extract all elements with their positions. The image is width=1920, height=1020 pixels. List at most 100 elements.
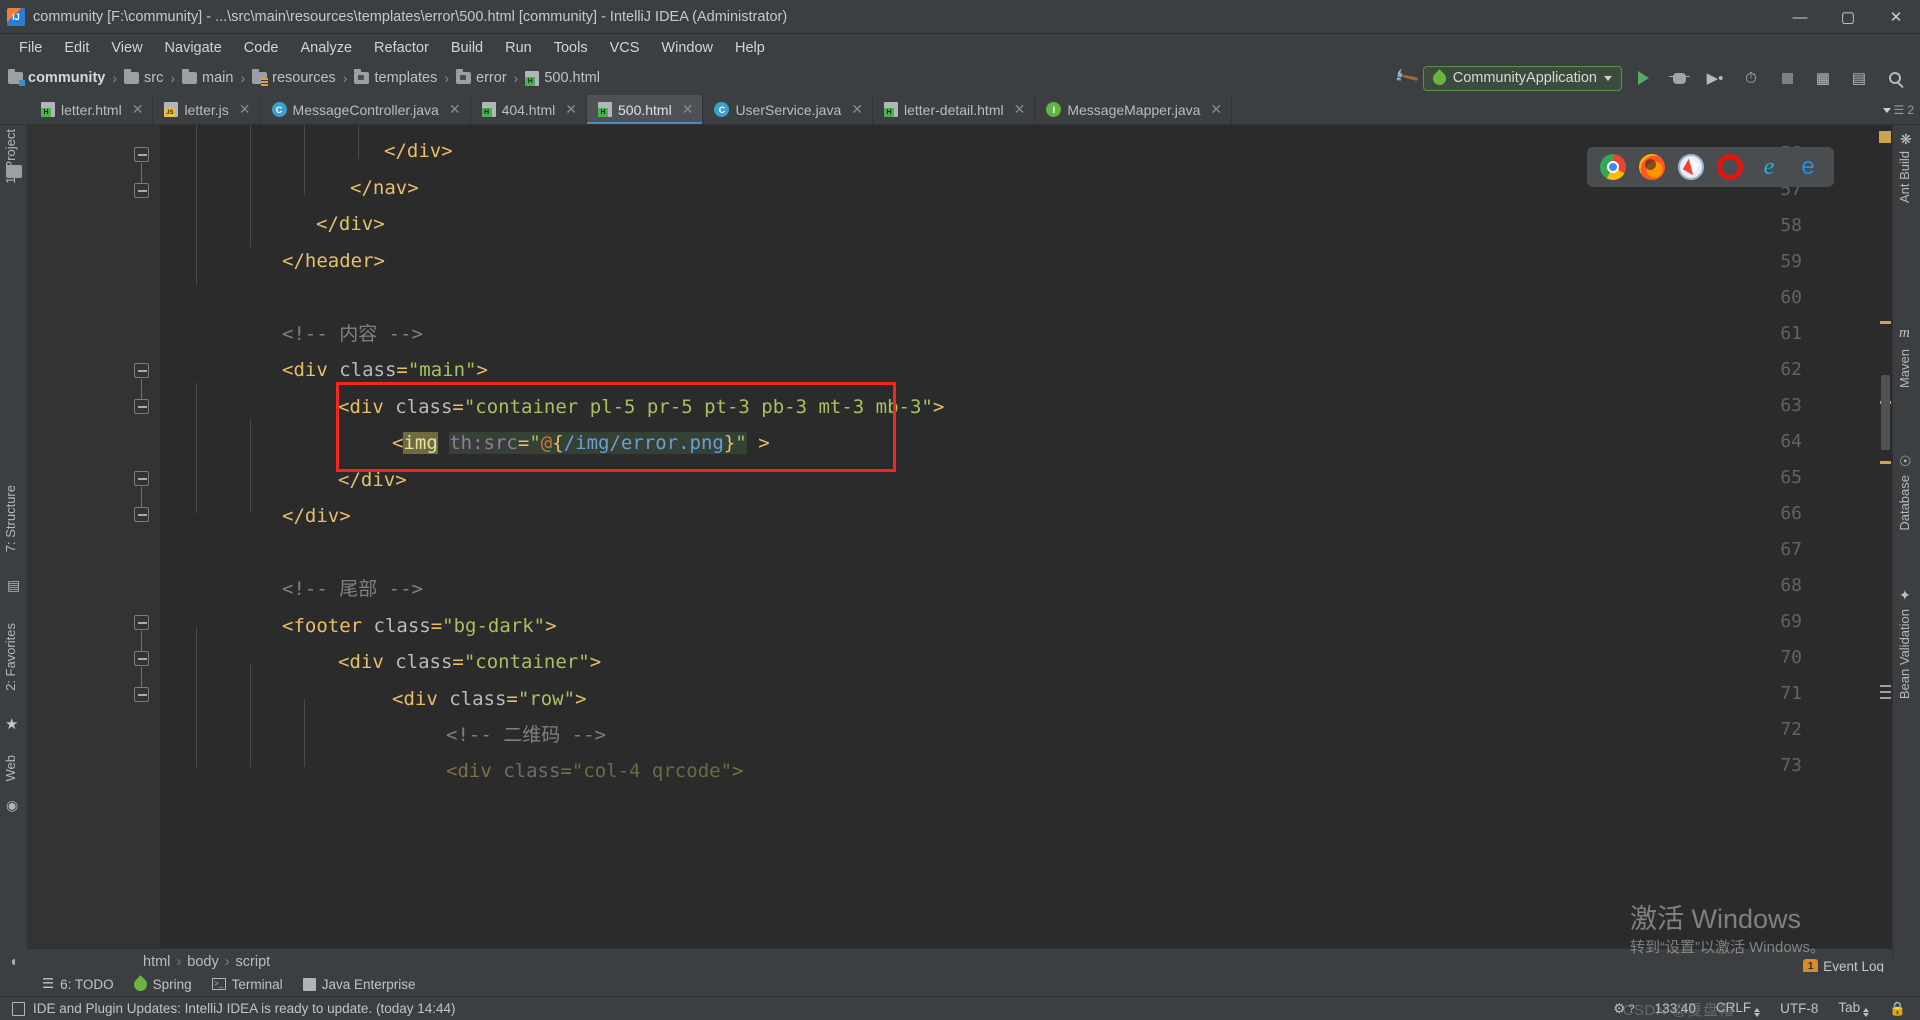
breadcrumb-item-main[interactable]: main <box>182 69 233 86</box>
status-message-area[interactable]: IDE and Plugin Updates: IntelliJ IDEA is… <box>0 1001 456 1016</box>
menu-navigate[interactable]: Navigate <box>154 37 233 59</box>
bottom-item-terminal[interactable]: >_ Terminal <box>211 977 283 992</box>
tab-messagecontroller-java[interactable]: MessageController.java ✕ <box>261 95 471 124</box>
fold-marker[interactable] <box>134 615 151 653</box>
run-configuration-selector[interactable]: CommunityApplication <box>1422 65 1622 91</box>
browser-launch-popup[interactable]: e e <box>1587 147 1834 187</box>
breadcrumb-script[interactable]: script <box>236 954 271 970</box>
fold-marker[interactable] <box>134 507 151 524</box>
status-message: IDE and Plugin Updates: IntelliJ IDEA is… <box>33 1001 456 1016</box>
code-content[interactable]: </div> </nav> </div> </header> <!-- 内容 -… <box>160 125 1892 960</box>
sidebar-item-web[interactable]: Web <box>3 755 18 782</box>
tab-404-html[interactable]: 404.html ✕ <box>471 95 587 124</box>
run-with-coverage-button[interactable]: ▶• <box>1700 63 1730 93</box>
close-button[interactable]: ✕ <box>1872 0 1920 34</box>
fold-marker[interactable] <box>134 147 151 185</box>
sidebar-item-bean-validation[interactable]: Bean Validation <box>1897 609 1912 699</box>
inspection-marker[interactable] <box>1880 321 1891 324</box>
layout-left-button[interactable]: ▦ <box>1808 63 1838 93</box>
menu-view[interactable]: View <box>100 37 153 59</box>
sidebar-item-label: Ant Build <box>1897 151 1912 204</box>
close-icon[interactable]: ✕ <box>682 101 694 118</box>
sidebar-item-label: Database <box>1897 475 1912 531</box>
ie-icon[interactable]: e <box>1756 154 1782 180</box>
chrome-icon[interactable] <box>1600 154 1626 180</box>
bottom-item-spring[interactable]: Spring <box>130 974 192 994</box>
editor-gutter[interactable] <box>28 125 160 960</box>
opera-icon[interactable] <box>1717 154 1743 180</box>
layout-right-button[interactable]: ▤ <box>1844 63 1874 93</box>
menu-file[interactable]: File <box>8 37 53 59</box>
sidebar-item-favorites[interactable]: 2: Favorites <box>3 623 18 691</box>
fold-marker[interactable] <box>134 183 151 200</box>
intellij-idea-window: community [F:\community] - ...\src\main\… <box>0 0 1920 1020</box>
maximize-button[interactable]: ▢ <box>1824 0 1872 34</box>
inspection-marker[interactable] <box>1880 461 1891 464</box>
menu-refactor[interactable]: Refactor <box>363 37 440 59</box>
close-icon[interactable]: ✕ <box>449 101 461 118</box>
bottom-item-todo[interactable]: ☰ 6: TODO <box>42 976 114 992</box>
debug-button[interactable] <box>1664 63 1694 93</box>
menu-window[interactable]: Window <box>650 37 724 59</box>
menu-tools[interactable]: Tools <box>543 37 599 59</box>
close-icon[interactable]: ✕ <box>565 101 577 118</box>
breadcrumb-item-community[interactable]: community <box>8 69 105 86</box>
fold-marker[interactable] <box>134 687 151 704</box>
sidebar-item-maven[interactable]: Maven <box>1897 349 1912 388</box>
tab-letter-detail-html[interactable]: letter-detail.html ✕ <box>873 95 1036 124</box>
profile-button[interactable]: ⏱ <box>1736 63 1766 93</box>
stop-button[interactable] <box>1772 63 1802 93</box>
fold-marker[interactable] <box>134 399 151 416</box>
tab-500-html[interactable]: 500.html ✕ <box>587 95 704 124</box>
build-hammer-icon[interactable]: 🔨 <box>1392 64 1421 93</box>
editor-vertical-scrollbar[interactable] <box>1878 125 1892 960</box>
breadcrumb-body[interactable]: body <box>187 954 218 970</box>
menu-analyze[interactable]: Analyze <box>289 37 363 59</box>
hide-breadcrumb-icon[interactable]: ◐ <box>2 948 28 974</box>
sidebar-item-structure[interactable]: 7: Structure <box>3 485 18 552</box>
module-folder-icon <box>8 69 25 86</box>
close-icon[interactable]: ✕ <box>1210 101 1222 118</box>
bottom-item-java-enterprise[interactable]: Java Enterprise <box>302 977 415 992</box>
run-button[interactable] <box>1628 63 1658 93</box>
scrollbar-thumb[interactable] <box>1881 375 1890 450</box>
lock-icon[interactable]: 🔒 <box>1889 1001 1906 1017</box>
fold-marker[interactable] <box>134 471 151 509</box>
close-icon[interactable]: ✕ <box>1014 101 1026 118</box>
tab-overflow-control[interactable]: ☰ 2 <box>1882 95 1920 125</box>
inspection-marker[interactable] <box>1879 131 1891 143</box>
menu-vcs[interactable]: VCS <box>599 37 651 59</box>
fold-marker[interactable] <box>134 651 151 689</box>
safari-icon[interactable] <box>1678 154 1704 180</box>
breadcrumb-label: src <box>144 70 164 86</box>
tab-userservice-java[interactable]: UserService.java ✕ <box>703 95 873 124</box>
breadcrumb-item-error[interactable]: error <box>456 69 507 86</box>
breadcrumb-item-templates[interactable]: templates <box>354 69 437 86</box>
breadcrumb-item-resources[interactable]: resources <box>252 69 336 86</box>
menu-edit[interactable]: Edit <box>53 37 100 59</box>
code-editor[interactable]: 56 57 58 59 60 61 62 63 64 65 66 67 68 6… <box>28 125 1892 960</box>
sidebar-item-ant-build[interactable]: Ant Build <box>1897 151 1912 203</box>
minimize-button[interactable]: — <box>1776 0 1824 34</box>
breadcrumb-item-src[interactable]: src <box>124 69 164 86</box>
tab-messagemapper-java[interactable]: MessageMapper.java ✕ <box>1035 95 1233 124</box>
fold-marker[interactable] <box>134 363 151 401</box>
menu-build[interactable]: Build <box>440 37 494 59</box>
breadcrumb-item-500html[interactable]: 500.html <box>525 70 600 86</box>
breadcrumb-html[interactable]: html <box>143 954 170 970</box>
menu-run[interactable]: Run <box>494 37 543 59</box>
close-icon[interactable]: ✕ <box>239 101 251 118</box>
menu-code[interactable]: Code <box>233 37 290 59</box>
firefox-icon[interactable] <box>1639 154 1665 180</box>
edge-icon[interactable]: e <box>1795 153 1821 180</box>
file-encoding[interactable]: UTF-8 <box>1780 1001 1818 1016</box>
menu-help[interactable]: Help <box>724 37 776 59</box>
tab-letter-js[interactable]: letter.js ✕ <box>153 95 261 124</box>
search-everywhere-icon[interactable] <box>1880 63 1910 93</box>
indent-setting[interactable]: Tab <box>1838 1000 1870 1017</box>
close-icon[interactable]: ✕ <box>132 101 144 118</box>
close-icon[interactable]: ✕ <box>851 101 863 118</box>
java-enterprise-icon <box>302 977 316 991</box>
tab-letter-html[interactable]: letter.html ✕ <box>30 95 154 124</box>
sidebar-item-database[interactable]: Database <box>1897 475 1912 531</box>
